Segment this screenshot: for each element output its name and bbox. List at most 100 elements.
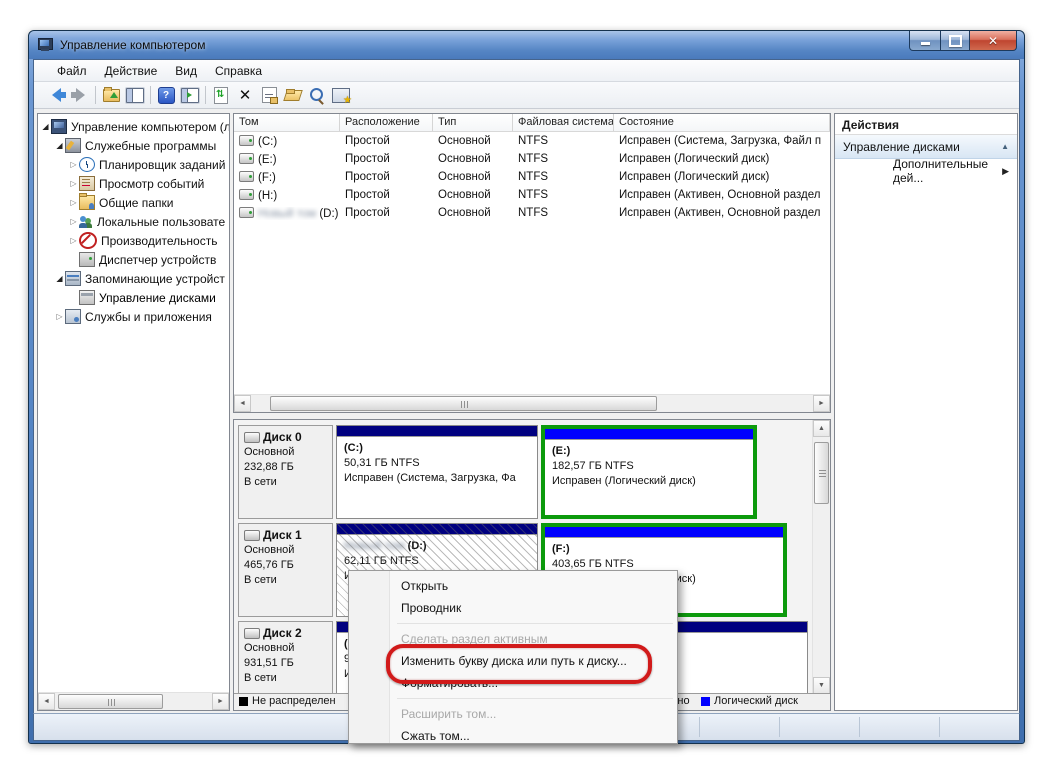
volume-icon	[239, 135, 254, 146]
column-header-layout[interactable]: Расположение	[340, 114, 433, 131]
tree-expanded-icon[interactable]: ◢	[54, 141, 65, 150]
show-action-pane-button[interactable]	[178, 84, 202, 106]
toolbar-separator	[150, 86, 151, 104]
tree-item-local-users[interactable]: ▷ Локальные пользовате	[38, 212, 229, 231]
tree-expanded-icon[interactable]: ◢	[54, 274, 65, 283]
toolbar-separator	[205, 86, 206, 104]
console-tree-pane: ◢ Управление компьютером (л ◢ Служебные …	[37, 113, 230, 711]
tree-item-computer-management[interactable]: ◢ Управление компьютером (л	[38, 117, 229, 136]
tree-item-task-scheduler[interactable]: ▷ Планировщик заданий	[38, 155, 229, 174]
scrollbar-thumb[interactable]	[58, 694, 163, 709]
volumes-horizontal-scrollbar[interactable]: ◄ ►	[234, 394, 830, 412]
tree-item-event-viewer[interactable]: ▷ Просмотр событий	[38, 174, 229, 193]
console-tree-icon	[126, 88, 144, 103]
toolbar-separator	[95, 86, 96, 104]
menu-help[interactable]: Справка	[206, 61, 271, 81]
storage-icon	[65, 271, 81, 286]
customize-icon: ★	[332, 88, 350, 103]
column-header-volume[interactable]: Том	[234, 114, 340, 131]
tree-item-system-tools[interactable]: ◢ Служебные программы	[38, 136, 229, 155]
tree-collapsed-icon[interactable]: ▷	[54, 312, 65, 321]
tree-collapsed-icon[interactable]: ▷	[68, 179, 79, 188]
column-header-filesystem[interactable]: Файловая система	[513, 114, 614, 131]
tree-collapsed-icon[interactable]: ▷	[68, 236, 79, 245]
volume-row-h[interactable]: (H:) Простой Основной NTFS Исправен (Акт…	[234, 186, 830, 204]
device-manager-icon	[79, 252, 95, 267]
customize-button[interactable]: ★	[329, 84, 353, 106]
tree-collapsed-icon[interactable]: ▷	[68, 217, 79, 226]
scroll-right-arrow-icon[interactable]: ►	[212, 693, 229, 710]
title-bar[interactable]: Управление компьютером ✕	[29, 31, 1024, 59]
context-menu-open[interactable]: Открыть	[349, 575, 677, 597]
refresh-button[interactable]: ⇅	[209, 84, 233, 106]
tree-item-storage[interactable]: ◢ Запоминающие устройст	[38, 269, 229, 288]
tree-collapsed-icon[interactable]: ▷	[68, 198, 79, 207]
open-button[interactable]	[281, 84, 305, 106]
properties-icon	[262, 87, 277, 103]
volume-row-e[interactable]: (E:) Простой Основной NTFS Исправен (Лог…	[234, 150, 830, 168]
scroll-down-arrow-icon[interactable]: ▼	[813, 677, 830, 694]
tree-item-device-manager[interactable]: Диспетчер устройств	[38, 250, 229, 269]
show-console-tree-button[interactable]	[123, 84, 147, 106]
scrollbar-thumb[interactable]	[814, 442, 829, 504]
logical-partition-bar	[545, 429, 753, 439]
disk-1-info[interactable]: Диск 1 Основной 465,76 ГБ В сети	[238, 523, 333, 617]
volume-row-c[interactable]: (C:) Простой Основной NTFS Исправен (Сис…	[234, 132, 830, 150]
partition-c[interactable]: (C:) 50,31 ГБ NTFS Исправен (Система, За…	[336, 425, 538, 519]
volume-row-d[interactable]: Новый том (D:) Простой Основной NTFS Исп…	[234, 204, 830, 222]
find-icon	[309, 87, 325, 103]
partition-e[interactable]: (E:) 182,57 ГБ NTFS Исправен (Логический…	[541, 425, 757, 519]
tree-horizontal-scrollbar[interactable]: ◄ ►	[38, 692, 229, 710]
context-menu-shrink-volume[interactable]: Сжать том...	[349, 725, 677, 744]
volumes-list-pane: Том Расположение Тип Файловая система Со…	[233, 113, 831, 413]
help-button[interactable]: ?	[154, 84, 178, 106]
actions-pane-title: Действия	[835, 114, 1017, 135]
scroll-left-arrow-icon[interactable]: ◄	[234, 395, 251, 412]
local-users-icon	[79, 215, 93, 228]
scroll-up-arrow-icon[interactable]: ▲	[813, 420, 830, 437]
collapse-up-icon[interactable]: ▲	[1001, 142, 1009, 151]
primary-partition-bar	[337, 524, 537, 534]
actions-more-actions[interactable]: Дополнительные дей... ▶	[835, 159, 1017, 183]
volume-icon	[239, 171, 254, 182]
tree-item-performance[interactable]: ▷ Производительность	[38, 231, 229, 250]
tree-collapsed-icon[interactable]: ▷	[68, 160, 79, 169]
column-header-type[interactable]: Тип	[433, 114, 513, 131]
menu-view[interactable]: Вид	[166, 61, 206, 81]
forward-button[interactable]	[68, 84, 92, 106]
menu-bar: Файл Действие Вид Справка	[34, 60, 1019, 82]
column-header-status[interactable]: Состояние	[614, 114, 830, 131]
maximize-button[interactable]	[941, 31, 970, 51]
menu-action[interactable]: Действие	[96, 61, 167, 81]
delete-button[interactable]: ✕	[233, 84, 257, 106]
volume-icon	[239, 189, 254, 200]
export-list-button[interactable]	[99, 84, 123, 106]
menu-separator	[397, 623, 673, 624]
forward-icon	[76, 88, 85, 102]
legend-logical: Логический диск	[701, 695, 798, 707]
menu-file[interactable]: Файл	[48, 61, 96, 81]
disk-icon	[244, 432, 260, 443]
close-button[interactable]: ✕	[970, 31, 1017, 51]
menu-separator	[397, 698, 673, 699]
back-button[interactable]	[44, 84, 68, 106]
find-button[interactable]	[305, 84, 329, 106]
scroll-right-arrow-icon[interactable]: ►	[813, 395, 830, 412]
tree-expanded-icon[interactable]: ◢	[40, 122, 51, 131]
scrollbar-thumb[interactable]	[270, 396, 657, 411]
disk-0-info[interactable]: Диск 0 Основной 232,88 ГБ В сети	[238, 425, 333, 519]
properties-button[interactable]	[257, 84, 281, 106]
primary-partition-bar	[337, 426, 537, 436]
minimize-button[interactable]	[909, 31, 941, 51]
graph-vertical-scrollbar[interactable]: ▲ ▼	[812, 420, 830, 694]
computer-management-app-icon	[38, 38, 54, 52]
tree-item-shared-folders[interactable]: ▷ Общие папки	[38, 193, 229, 212]
context-menu-explorer[interactable]: Проводник	[349, 597, 677, 619]
back-icon	[52, 88, 61, 102]
tree-item-disk-management[interactable]: Управление дисками	[38, 288, 229, 307]
volume-row-f[interactable]: (F:) Простой Основной NTFS Исправен (Лог…	[234, 168, 830, 186]
tree-item-services-apps[interactable]: ▷ Службы и приложения	[38, 307, 229, 326]
toolbar: ? ⇅ ✕ ★	[34, 82, 1019, 109]
scroll-left-arrow-icon[interactable]: ◄	[38, 693, 55, 710]
actions-group-disk-management[interactable]: Управление дисками ▲	[835, 135, 1017, 159]
